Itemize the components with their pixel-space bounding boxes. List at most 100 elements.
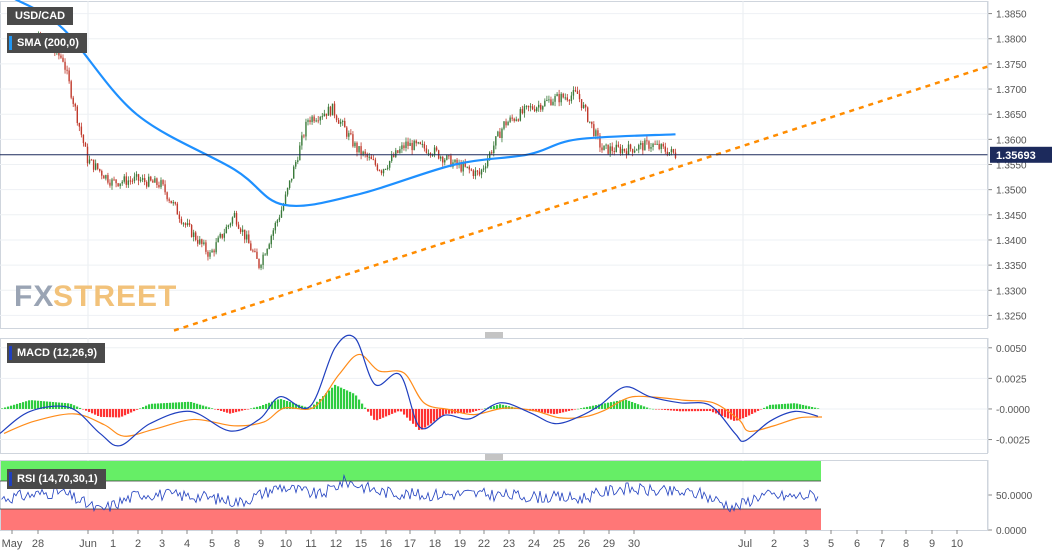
macd-histogram-negative: [742, 408, 745, 419]
candle-body: [203, 242, 205, 245]
candle-body: [625, 150, 628, 155]
candle-body: [601, 147, 603, 151]
candle-body: [605, 144, 607, 146]
candle-body: [268, 244, 270, 249]
candle-body: [111, 179, 113, 186]
sma-color-marker: [9, 36, 12, 50]
candle-body: [174, 202, 176, 204]
macd-histogram-negative: [688, 408, 691, 412]
macd-histogram-positive: [187, 401, 190, 409]
candle-body: [509, 117, 511, 122]
macd-histogram-positive: [259, 406, 262, 409]
macd-histogram-negative: [133, 408, 136, 412]
candle-body: [621, 148, 624, 154]
candle-body: [325, 113, 328, 116]
candle-body: [472, 170, 475, 177]
macd-histogram-negative: [91, 408, 94, 414]
macd-histogram-negative: [739, 408, 742, 420]
candle-body: [319, 116, 321, 121]
candle-body: [644, 140, 646, 151]
candle-body: [299, 145, 301, 161]
candle-body: [646, 140, 648, 142]
candle-body: [391, 155, 393, 162]
macd-histogram-negative: [82, 408, 85, 410]
macd-histogram-positive: [166, 402, 169, 409]
candle-body: [97, 163, 99, 169]
candle-body: [293, 166, 295, 179]
candle-body: [156, 178, 158, 186]
candle-body: [201, 239, 203, 245]
symbol-text: USD/CAD: [15, 10, 66, 22]
macd-histogram-positive: [340, 387, 343, 409]
rsi-label: RSI (14,70,30,1): [17, 472, 98, 485]
candle-body: [290, 178, 293, 181]
macd-histogram-negative: [109, 408, 112, 418]
macd-histogram-negative: [103, 408, 106, 418]
candle-body: [135, 174, 138, 177]
macd-histogram-positive: [349, 391, 352, 409]
candle-body: [254, 251, 256, 253]
candle-body: [517, 119, 519, 121]
symbol-label: USD/CAD: [7, 7, 74, 25]
candle-body: [654, 143, 656, 145]
watermark-street: STREET: [53, 280, 177, 313]
candle-body: [405, 141, 407, 149]
candle-body: [591, 121, 593, 125]
candle-body: [166, 192, 168, 200]
candle-body: [170, 200, 172, 204]
sma-label: SMA (200,0): [17, 36, 79, 49]
candle-body: [352, 134, 354, 147]
candle-body: [401, 145, 403, 150]
macd-histogram-positive: [160, 403, 163, 409]
macd-histogram-negative: [226, 408, 229, 413]
macd-histogram-negative: [559, 408, 562, 414]
price-tick-label: 1.3350: [996, 261, 1027, 272]
candle-body: [331, 103, 334, 116]
candle-body: [525, 105, 528, 107]
x-tick-label: 2: [135, 538, 141, 550]
macd-histogram-negative: [682, 408, 685, 412]
candle-body: [476, 170, 479, 172]
x-tick-label: 5: [209, 538, 215, 550]
candle-body: [397, 150, 399, 153]
candle-body: [62, 57, 64, 62]
macd-histogram-positive: [52, 402, 55, 409]
macd-histogram-negative: [562, 408, 565, 413]
candle-body: [121, 181, 123, 184]
macd-histogram-positive: [652, 408, 655, 410]
candle-body: [66, 69, 68, 71]
macd-histogram-positive: [817, 408, 820, 409]
macd-histogram-negative: [568, 408, 571, 411]
macd-histogram-positive: [802, 404, 805, 409]
candle-body: [633, 150, 636, 153]
candle-body: [354, 142, 356, 147]
macd-histogram-negative: [478, 408, 481, 411]
candle-body: [84, 143, 87, 147]
macd-histogram-positive: [19, 403, 22, 409]
candle-body: [558, 94, 560, 103]
macd-histogram-negative: [697, 408, 700, 412]
macd-histogram-positive: [586, 406, 589, 409]
macd-histogram-positive: [10, 405, 13, 409]
candle-body: [548, 99, 550, 101]
candle-body: [446, 155, 448, 160]
candle-body: [511, 117, 513, 119]
candle-body: [229, 223, 232, 226]
macd-histogram-negative: [379, 408, 382, 419]
candle-body: [246, 234, 248, 240]
chart-canvas: 1.3250 1.3300 1.3350 1.3400 1.3450 1.3500 1.35…: [0, 0, 1052, 550]
macd-histogram-positive: [31, 400, 34, 409]
candle-body: [303, 135, 305, 137]
candle-body: [433, 147, 436, 155]
candle-body: [533, 109, 536, 112]
candle-body: [578, 93, 581, 100]
candle-body: [182, 223, 185, 225]
candle-body: [540, 104, 542, 110]
macd-histogram-negative: [475, 408, 478, 411]
macd-histogram-positive: [358, 399, 361, 409]
candle-body: [141, 178, 144, 180]
candle-body: [593, 124, 595, 136]
macd-histogram-positive: [13, 404, 16, 409]
candle-body: [617, 144, 620, 147]
candle-body: [395, 150, 397, 157]
